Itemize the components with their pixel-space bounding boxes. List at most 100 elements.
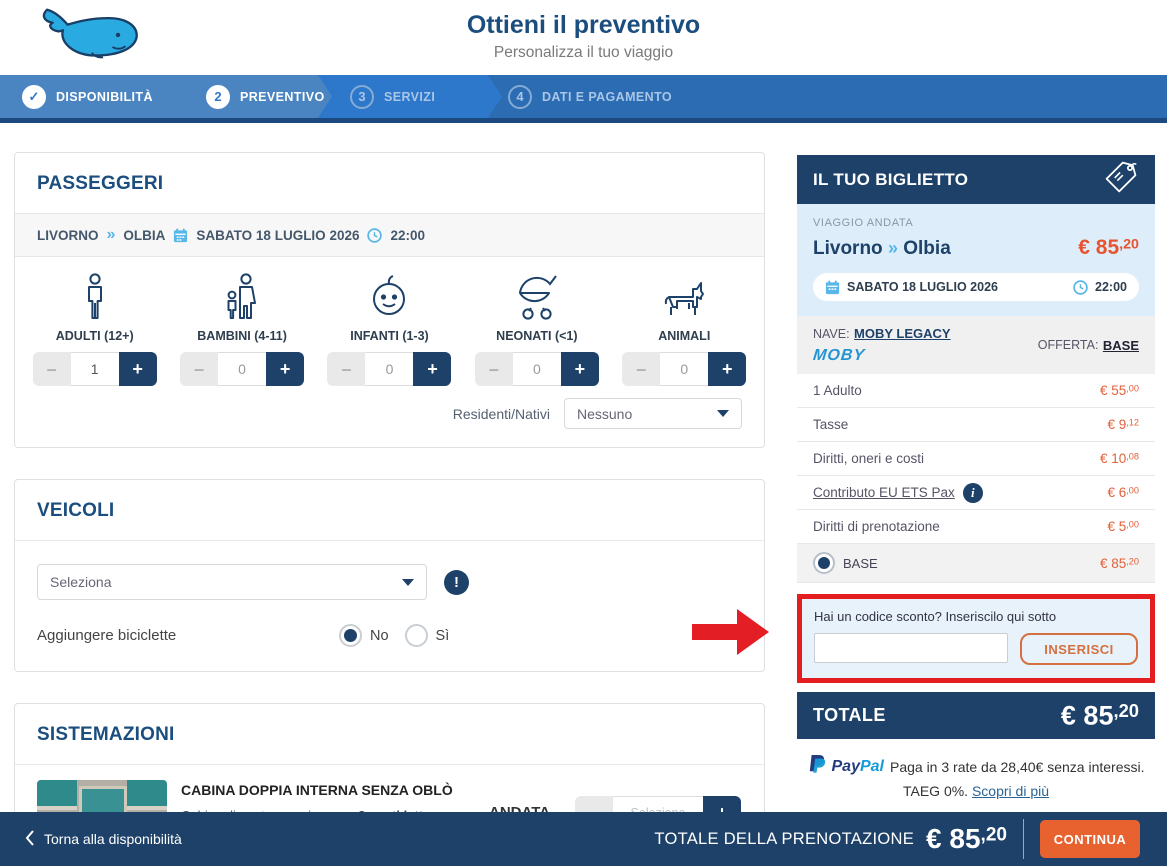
discount-submit-button[interactable]: INSERISCI bbox=[1020, 633, 1138, 665]
minus-button[interactable]: – bbox=[475, 352, 513, 386]
trip-direction-label: VIAGGIO ANDATA bbox=[813, 217, 1139, 229]
plus-button[interactable]: + bbox=[561, 352, 599, 386]
newborns-count-input[interactable] bbox=[513, 352, 561, 386]
continue-button[interactable]: CONTINUA bbox=[1040, 820, 1140, 858]
plus-button[interactable]: + bbox=[708, 352, 746, 386]
adults-count-input[interactable] bbox=[71, 352, 119, 386]
footer-total-price: € 85,20 bbox=[926, 823, 1007, 855]
price-row-adult: 1 Adulto € 55,00 bbox=[797, 374, 1155, 408]
paypal-promo: PayPal Paga in 3 rate da 28,40€ senza in… bbox=[797, 754, 1155, 802]
route-date: SABATO 18 LUGLIO 2026 bbox=[196, 228, 359, 243]
route-to: OLBIA bbox=[123, 228, 165, 243]
add-bikes-label: Aggiungere biciclette bbox=[37, 627, 339, 644]
tag-icon bbox=[1103, 159, 1139, 200]
page-title: Ottieni il preventivo bbox=[0, 11, 1167, 40]
price-row-label: Tasse bbox=[813, 417, 848, 432]
trip-date: SABATO 18 LUGLIO 2026 bbox=[847, 280, 998, 294]
info-icon[interactable]: i bbox=[963, 483, 983, 503]
step-preventivo[interactable]: 2 PREVENTIVO bbox=[206, 75, 325, 118]
trip-summary: VIAGGIO ANDATA Livorno » Olbia € 85,20 S… bbox=[797, 204, 1155, 316]
add-bikes-row: Aggiungere biciclette No Sì bbox=[37, 624, 742, 647]
offer-name-link[interactable]: BASE bbox=[1103, 338, 1139, 353]
base-fare-price: € 85,20 bbox=[1100, 556, 1139, 571]
residents-selected-value: Nessuno bbox=[577, 406, 632, 422]
plus-button[interactable]: + bbox=[119, 352, 157, 386]
paypal-icon bbox=[808, 754, 826, 781]
minus-button[interactable]: – bbox=[33, 352, 71, 386]
ship-name-link[interactable]: MOBY LEGACY bbox=[854, 326, 951, 341]
fare-option-base: BASE € 85,20 bbox=[797, 544, 1155, 583]
ship-offer-row: NAVE: MOBY LEGACY MOBY OFFERTA: BASE bbox=[797, 316, 1155, 374]
passenger-type-label: INFANTI (1-3) bbox=[350, 329, 428, 343]
trip-time: 22:00 bbox=[1095, 280, 1127, 294]
infants-count-input[interactable] bbox=[365, 352, 413, 386]
step-dati-pagamento: 4 DATI E PAGAMENTO bbox=[508, 75, 672, 118]
footer-bar: Torna alla disponibilità TOTALE DELLA PR… bbox=[0, 812, 1167, 866]
price-row-value: € 6,00 bbox=[1107, 485, 1139, 500]
page-subtitle: Personalizza il tuo viaggio bbox=[0, 44, 1167, 62]
check-icon: ✓ bbox=[22, 85, 46, 109]
pet-icon bbox=[661, 271, 707, 321]
passenger-types-row: ADULTI (12+) – + BAMBINI (4-11) – bbox=[15, 257, 764, 392]
bikes-radio-no[interactable] bbox=[339, 624, 362, 647]
route-from: LIVORNO bbox=[37, 228, 99, 243]
progress-steps: ✓ DISPONIBILITÀ 2 PREVENTIVO 3 SERVIZI 4… bbox=[0, 75, 1167, 123]
step-number: 3 bbox=[350, 85, 374, 109]
passenger-type-label: BAMBINI (4-11) bbox=[197, 329, 287, 343]
paypal-wordmark-pay: Pay bbox=[832, 758, 860, 775]
bikes-radio-si-label: Sì bbox=[436, 628, 450, 644]
minus-button[interactable]: – bbox=[180, 352, 218, 386]
plus-button[interactable]: + bbox=[413, 352, 451, 386]
step-label: DATI E PAGAMENTO bbox=[542, 90, 672, 104]
discount-code-input[interactable] bbox=[814, 633, 1008, 663]
adult-icon bbox=[82, 271, 108, 321]
infant-icon bbox=[367, 271, 411, 321]
price-row-label: 1 Adulto bbox=[813, 383, 862, 398]
residents-label: Residenti/Nativi bbox=[453, 406, 550, 422]
paypal-learn-more-link[interactable]: Scopri di più bbox=[972, 783, 1049, 799]
accommodations-title: SISTEMAZIONI bbox=[37, 724, 742, 746]
minus-button[interactable]: – bbox=[327, 352, 365, 386]
warning-icon[interactable]: ! bbox=[444, 570, 469, 595]
animals-count-input[interactable] bbox=[660, 352, 708, 386]
newborns-stepper: – + bbox=[475, 352, 599, 386]
bikes-radio-no-label: No bbox=[370, 628, 389, 644]
passenger-type-label: NEONATI (<1) bbox=[496, 329, 577, 343]
vehicles-section: VEICOLI Seleziona ! Aggiungere biciclett… bbox=[14, 479, 765, 672]
bikes-radio-si[interactable] bbox=[405, 624, 428, 647]
minus-button[interactable]: – bbox=[622, 352, 660, 386]
chevron-down-icon bbox=[402, 579, 414, 586]
chevron-down-icon bbox=[717, 410, 729, 417]
step-servizi: 3 SERVIZI bbox=[350, 75, 435, 118]
base-fare-radio[interactable] bbox=[813, 552, 835, 574]
children-count-input[interactable] bbox=[218, 352, 266, 386]
price-row-fees: Diritti, oneri e costi € 10,08 bbox=[797, 442, 1155, 476]
passengers-title: PASSEGGERI bbox=[37, 173, 742, 195]
route-summary-bar: LIVORNO » OLBIA SABATO 18 LUGLIO 2026 22… bbox=[15, 213, 764, 257]
vehicles-title: VEICOLI bbox=[37, 500, 742, 522]
main-column: PASSEGGERI LIVORNO » OLBIA SABATO 18 LUG… bbox=[14, 152, 765, 866]
route-arrow-icon: » bbox=[888, 238, 898, 258]
child-icon bbox=[225, 271, 259, 321]
price-row-value: € 9,12 bbox=[1107, 417, 1139, 432]
back-to-availability-link[interactable]: Torna alla disponibilità bbox=[25, 829, 182, 850]
price-row-eu-ets: Contributo EU ETS Pax i € 6,00 bbox=[797, 476, 1155, 510]
plus-button[interactable]: + bbox=[266, 352, 304, 386]
eu-ets-link[interactable]: Contributo EU ETS Pax bbox=[813, 485, 955, 500]
paypal-taeg-text: TAEG 0%. bbox=[903, 783, 968, 799]
passenger-type-newborns: NEONATI (<1) – + bbox=[463, 271, 610, 386]
clock-icon bbox=[367, 228, 382, 243]
vehicle-select[interactable]: Seleziona bbox=[37, 564, 427, 600]
step-disponibilita[interactable]: ✓ DISPONIBILITÀ bbox=[22, 75, 153, 118]
back-link-label: Torna alla disponibilità bbox=[44, 831, 182, 847]
price-row-taxes: Tasse € 9,12 bbox=[797, 408, 1155, 442]
animals-stepper: – + bbox=[622, 352, 746, 386]
route-time: 22:00 bbox=[390, 228, 425, 243]
ticket-title: IL TUO BIGLIETTO bbox=[813, 170, 968, 190]
step-number: 2 bbox=[206, 85, 230, 109]
residents-select[interactable]: Nessuno bbox=[564, 398, 742, 429]
bikes-radio-group: No Sì bbox=[339, 624, 457, 647]
children-stepper: – + bbox=[180, 352, 304, 386]
price-row-label: Diritti, oneri e costi bbox=[813, 451, 924, 466]
cabin-name: CABINA DOPPIA INTERNA SENZA OBLÒ bbox=[181, 782, 457, 798]
